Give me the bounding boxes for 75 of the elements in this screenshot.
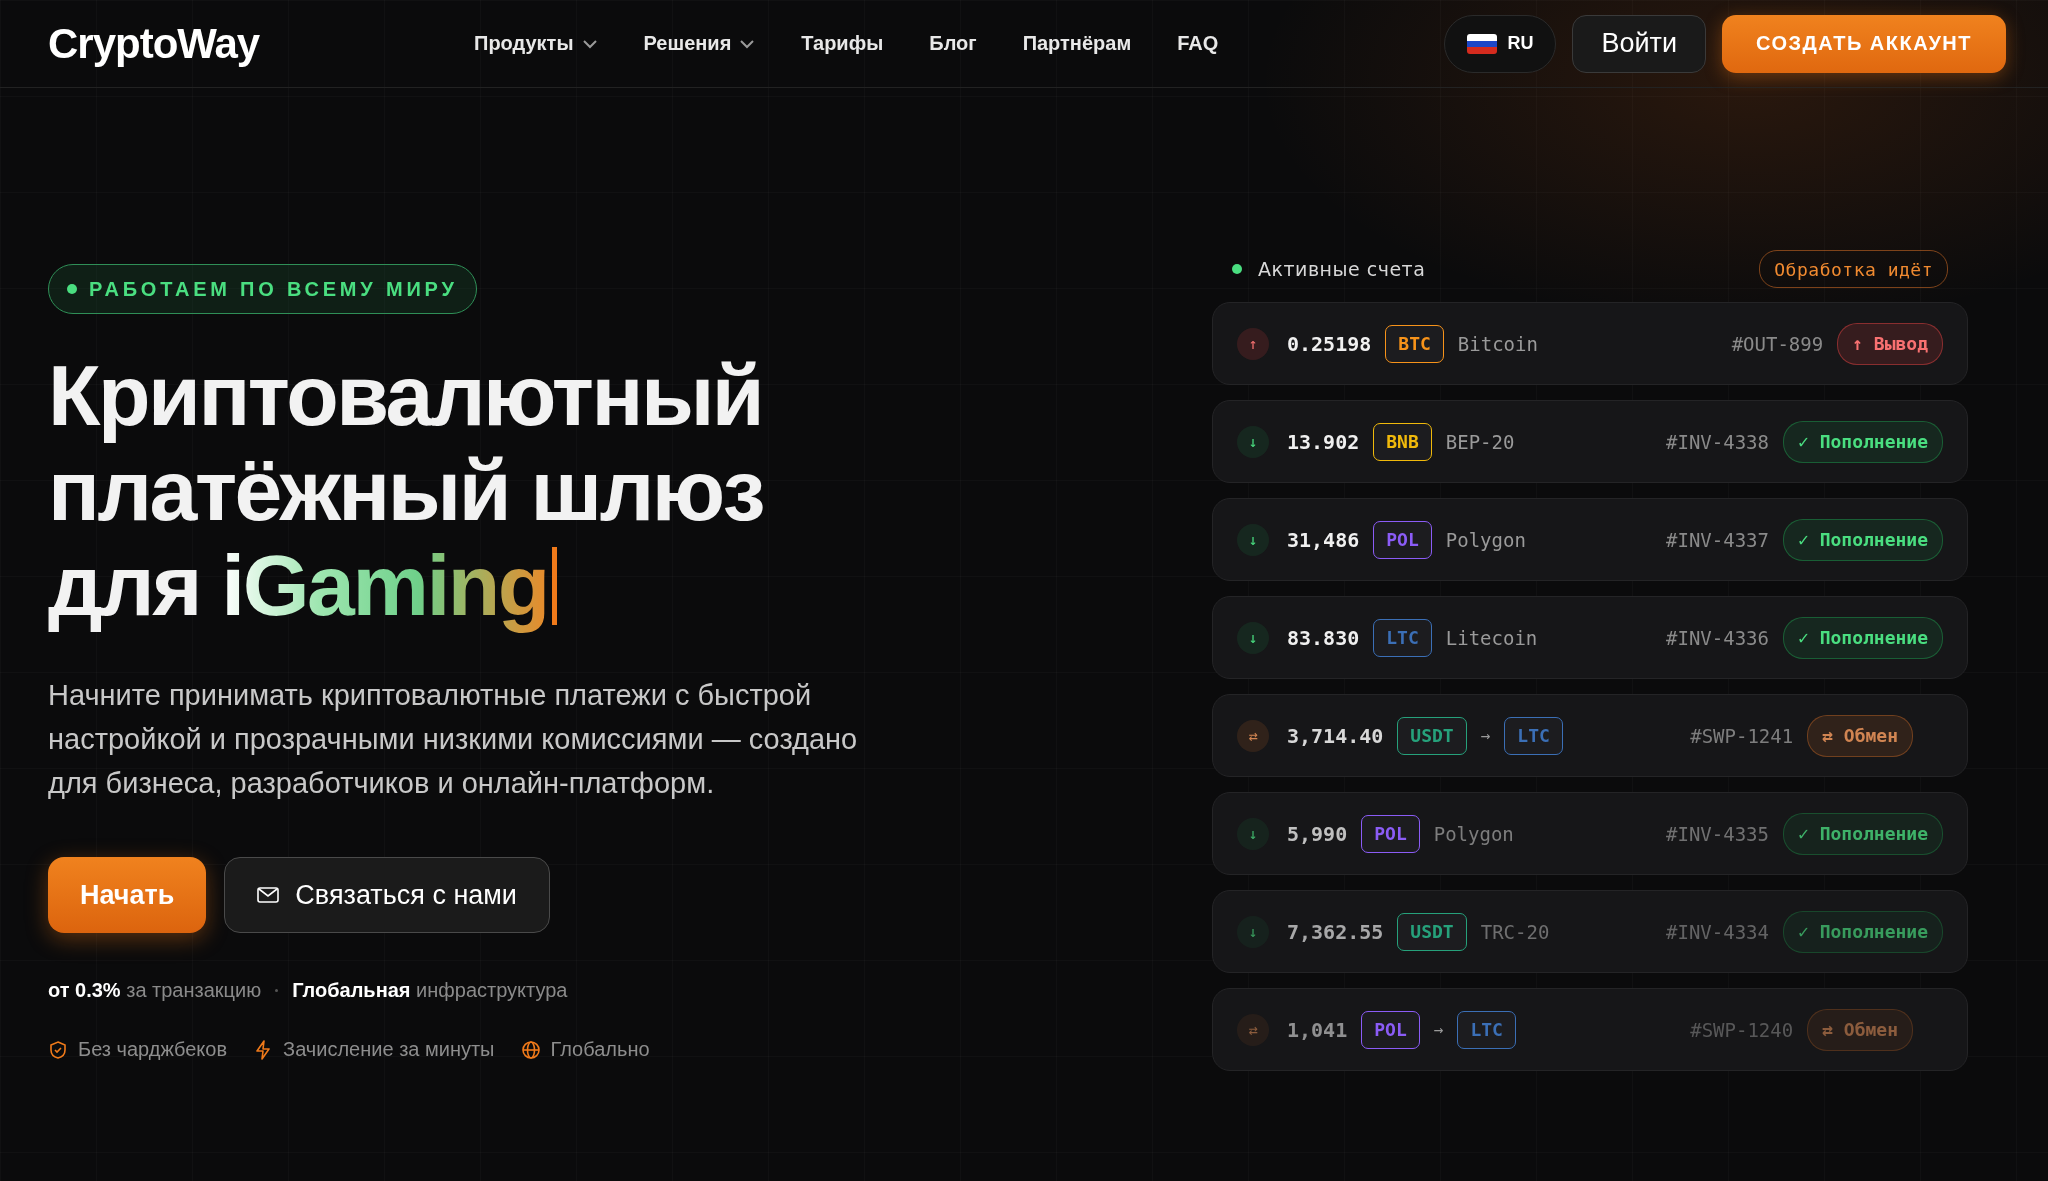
- transaction-id: #INV-4337: [1666, 528, 1769, 551]
- transaction-id: #SWP-1240: [1690, 1018, 1794, 1041]
- shield-icon: [48, 1039, 68, 1060]
- token-tag: POL: [1361, 1010, 1420, 1049]
- token-tag: LTC: [1504, 716, 1563, 755]
- globe-icon: [520, 1039, 541, 1060]
- amount: 0.25198: [1287, 331, 1372, 356]
- feature-label: Без чарджбеков: [78, 1038, 228, 1061]
- nav-link[interactable]: Решения: [643, 32, 756, 55]
- logo[interactable]: CryptoWay: [48, 19, 474, 68]
- amount: 1,041: [1287, 1017, 1348, 1042]
- status-pill: ↑ Вывод: [1837, 322, 1943, 365]
- status-badge: РАБОТАЕМ ПО ВСЕМУ МИРУ: [48, 264, 477, 314]
- status-pill: ✓ Пополнение: [1782, 616, 1943, 659]
- feature-label: Зачисление за минуты: [283, 1038, 495, 1061]
- token-tag: LTC: [1373, 618, 1432, 657]
- login-button[interactable]: Войти: [1572, 14, 1706, 73]
- feature-label: Глобально: [550, 1038, 650, 1061]
- mail-icon: [257, 887, 280, 903]
- stat-text: Глобальная инфраструктура: [292, 979, 568, 1002]
- flag-icon: [1467, 33, 1498, 54]
- direction-icon: ⇄: [1237, 1013, 1269, 1046]
- token-tag: USDT: [1397, 716, 1467, 755]
- amount: 31,486: [1287, 527, 1360, 552]
- transaction-id: #OUT-899: [1731, 332, 1824, 355]
- status-pill: ✓ Пополнение: [1782, 812, 1943, 855]
- network-label: Polygon: [1445, 528, 1526, 551]
- direction-icon: ↓: [1237, 915, 1269, 948]
- panel-title: Активные счета: [1258, 258, 1426, 280]
- arrow-text: →: [1480, 726, 1491, 745]
- network-label: BEP-20: [1445, 430, 1515, 453]
- transaction-id: #INV-4336: [1666, 626, 1769, 649]
- network-label: TRC-20: [1480, 920, 1550, 943]
- transaction-id: #SWP-1241: [1690, 724, 1794, 747]
- status-pill: ⇄ Обмен: [1807, 1008, 1913, 1051]
- processing-badge: Обработка идёт: [1759, 250, 1948, 288]
- nav-link[interactable]: Тарифы: [801, 32, 884, 55]
- direction-icon: ⇄: [1237, 719, 1269, 752]
- hero-description: Начните принимать криптовалютные платежи с быстрой настройкой и прозрачными низкими комиссиями — создано для бизнеса, разработчиков и онлайн-платформ.: [48, 678, 859, 801]
- network-label: Bitcoin: [1457, 332, 1538, 355]
- status-pill: ⇄ Обмен: [1807, 714, 1913, 757]
- stat-text: от 0.3% за транзакцию: [48, 979, 262, 1002]
- token-tag: BNB: [1373, 422, 1432, 461]
- status-pill: ✓ Пополнение: [1782, 910, 1943, 953]
- amount: 5,990: [1287, 821, 1348, 846]
- nav-link[interactable]: Блог: [929, 32, 977, 55]
- token-tag: BTC: [1385, 324, 1444, 363]
- amount: 7,362.55: [1287, 919, 1384, 944]
- amount: 13.902: [1287, 429, 1360, 454]
- direction-icon: ↓: [1237, 425, 1269, 458]
- direction-icon: ↓: [1237, 817, 1269, 850]
- token-tag: POL: [1361, 814, 1420, 853]
- contact-button[interactable]: Связаться с нами: [224, 857, 550, 933]
- transaction-id: #INV-4338: [1666, 430, 1769, 453]
- token-tag: LTC: [1457, 1010, 1516, 1049]
- transaction-id: #INV-4335: [1666, 822, 1769, 845]
- status-pill: ✓ Пополнение: [1782, 420, 1943, 463]
- nav-link[interactable]: Партнёрам: [1022, 32, 1132, 55]
- direction-icon: ↑: [1237, 327, 1269, 360]
- network-label: Litecoin: [1445, 626, 1538, 649]
- hero-heading: Криптовалютный платёжный шлюз для iGaming: [48, 348, 764, 633]
- status-dot: [1232, 264, 1242, 274]
- amount: 83.830: [1287, 625, 1360, 650]
- arrow-text: →: [1433, 1020, 1444, 1039]
- token-tag: USDT: [1397, 912, 1467, 951]
- nav-link[interactable]: Продукты: [474, 32, 598, 55]
- transaction-id: #INV-4334: [1666, 920, 1769, 943]
- direction-icon: ↓: [1237, 621, 1269, 654]
- token-tag: POL: [1373, 520, 1432, 559]
- nav-link[interactable]: FAQ: [1177, 32, 1219, 55]
- status-pill: ✓ Пополнение: [1782, 518, 1943, 561]
- network-label: Polygon: [1433, 822, 1514, 845]
- amount: 3,714.40: [1287, 723, 1384, 748]
- direction-icon: ↓: [1237, 523, 1269, 556]
- language-selector[interactable]: RU: [1444, 14, 1557, 73]
